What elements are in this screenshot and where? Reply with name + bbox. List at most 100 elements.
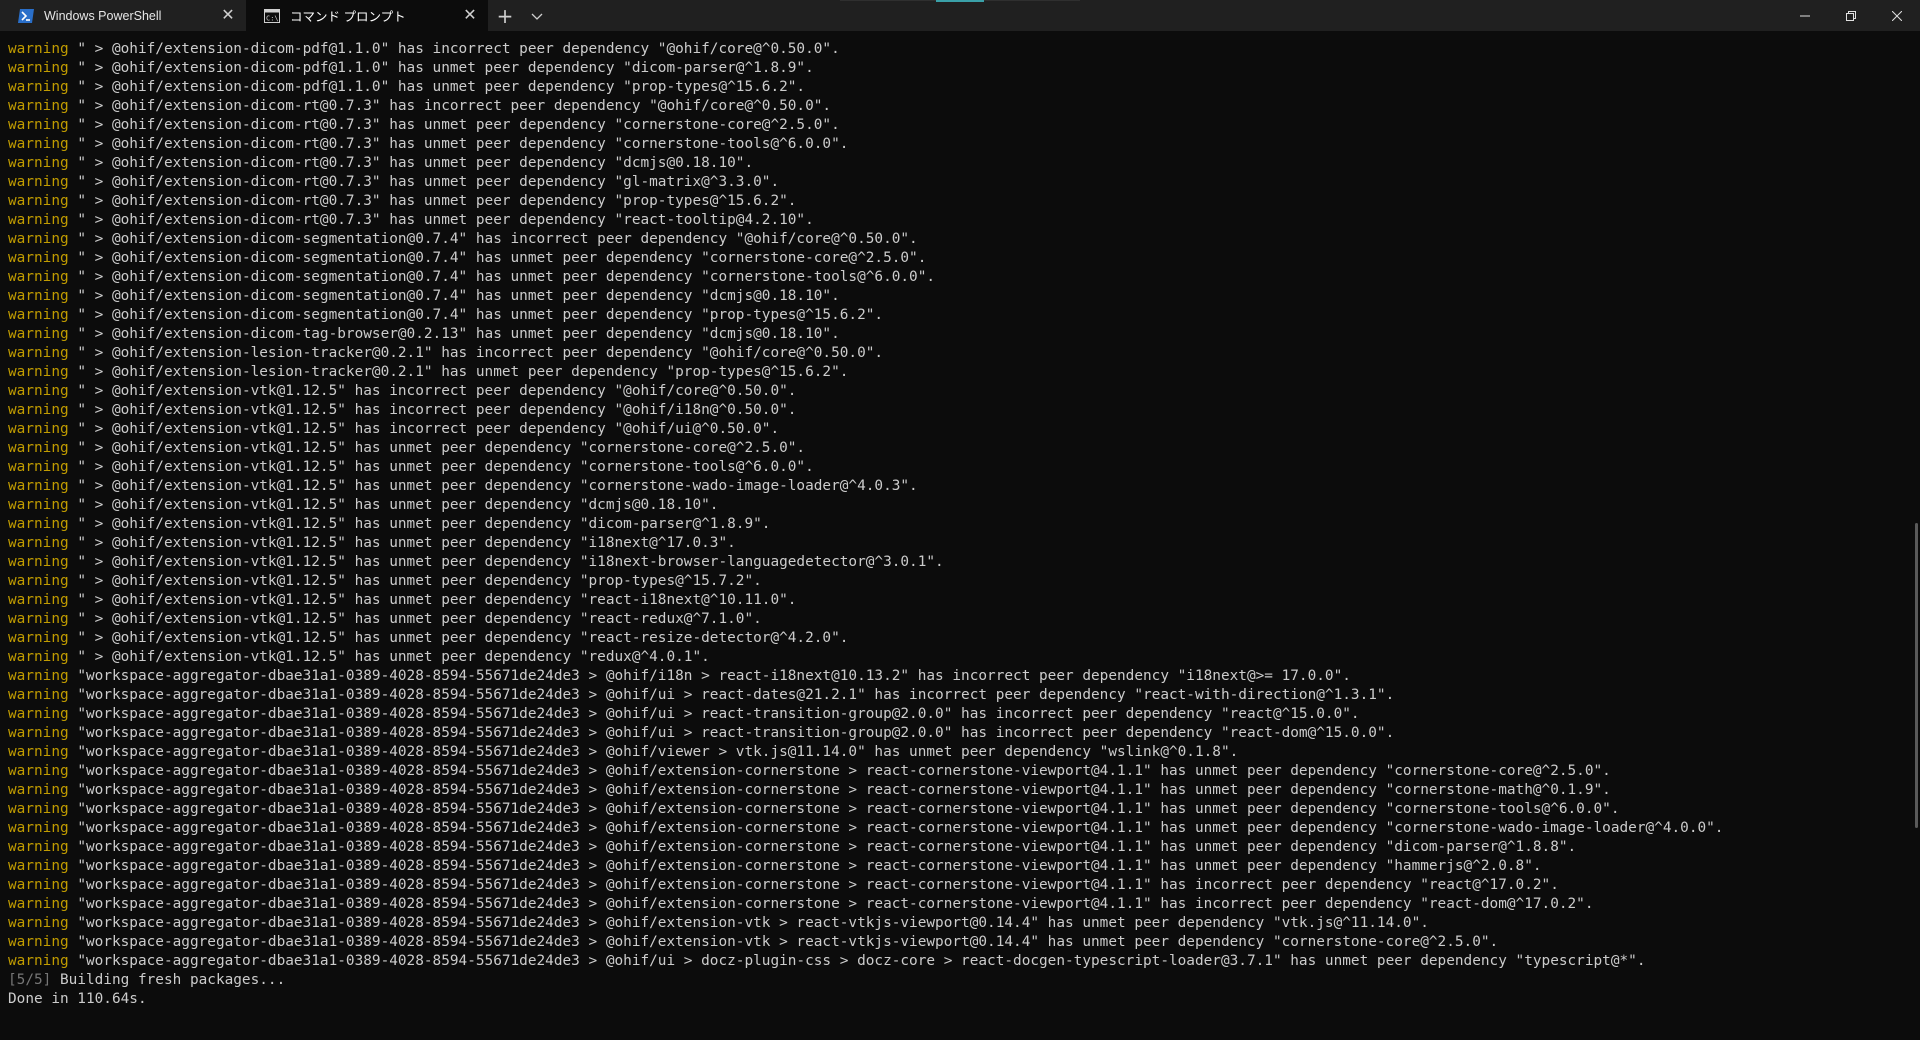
warning-keyword: warning — [8, 79, 69, 95]
warning-keyword: warning — [8, 269, 69, 285]
terminal-output[interactable]: warning " > @ohif/extension-dicom-pdf@1.… — [0, 31, 1920, 1040]
svg-text:C:\: C:\ — [266, 14, 279, 22]
warning-line: warning " > @ohif/extension-dicom-pdf@1.… — [8, 40, 1912, 59]
warning-message: " > @ohif/extension-dicom-pdf@1.1.0" has… — [77, 60, 814, 76]
warning-message: "workspace-aggregator-dbae31a1-0389-4028… — [77, 763, 1611, 779]
chevron-down-icon — [531, 6, 543, 25]
warning-line: warning "workspace-aggregator-dbae31a1-0… — [8, 819, 1912, 838]
tab-windows-powershell[interactable]: Windows PowerShell ✕ — [0, 0, 246, 31]
warning-message: " > @ohif/extension-dicom-rt@0.7.3" has … — [77, 193, 797, 209]
warning-line: warning " > @ohif/extension-vtk@1.12.5" … — [8, 610, 1912, 629]
warning-line: warning " > @ohif/extension-dicom-rt@0.7… — [8, 173, 1912, 192]
warning-keyword: warning — [8, 174, 69, 190]
warning-keyword: warning — [8, 668, 69, 684]
warning-keyword: warning — [8, 725, 69, 741]
minimize-button[interactable] — [1782, 0, 1828, 31]
warning-line: warning "workspace-aggregator-dbae31a1-0… — [8, 667, 1912, 686]
warning-keyword: warning — [8, 630, 69, 646]
warning-line: warning " > @ohif/extension-dicom-rt@0.7… — [8, 135, 1912, 154]
warning-message: " > @ohif/extension-vtk@1.12.5" has unme… — [77, 611, 762, 627]
warning-message: " > @ohif/extension-dicom-rt@0.7.3" has … — [77, 174, 780, 190]
warning-message: " > @ohif/extension-vtk@1.12.5" has inco… — [77, 383, 797, 399]
warning-message: " > @ohif/extension-vtk@1.12.5" has unme… — [77, 554, 944, 570]
warning-message: " > @ohif/extension-vtk@1.12.5" has inco… — [77, 421, 780, 437]
tab-title: コマンド プロンプト — [290, 10, 406, 24]
warning-line: warning " > @ohif/extension-vtk@1.12.5" … — [8, 534, 1912, 553]
scrollbar-thumb[interactable] — [1915, 523, 1918, 828]
warning-keyword: warning — [8, 326, 69, 342]
warning-keyword: warning — [8, 782, 69, 798]
warning-line: warning " > @ohif/extension-dicom-segmen… — [8, 268, 1912, 287]
warning-message: " > @ohif/extension-vtk@1.12.5" has unme… — [77, 478, 918, 494]
warning-line: warning " > @ohif/extension-vtk@1.12.5" … — [8, 515, 1912, 534]
warning-message: " > @ohif/extension-dicom-segmentation@0… — [77, 288, 840, 304]
warning-message: " > @ohif/extension-vtk@1.12.5" has inco… — [77, 402, 797, 418]
tab-dropdown-button[interactable] — [522, 0, 552, 31]
warning-message: "workspace-aggregator-dbae31a1-0389-4028… — [77, 858, 1542, 874]
warning-keyword: warning — [8, 706, 69, 722]
close-tab-icon[interactable]: ✕ — [220, 7, 236, 24]
tab-command-prompt[interactable]: C:\ コマンド プロンプト ✕ — [246, 0, 488, 31]
warning-keyword: warning — [8, 212, 69, 228]
warning-keyword: warning — [8, 136, 69, 152]
warning-keyword: warning — [8, 516, 69, 532]
tab-title: Windows PowerShell — [44, 8, 162, 23]
restore-button[interactable] — [1828, 0, 1874, 31]
warning-message: " > @ohif/extension-lesion-tracker@0.2.1… — [77, 364, 849, 380]
warning-keyword: warning — [8, 497, 69, 513]
warning-keyword: warning — [8, 763, 69, 779]
warning-line: warning "workspace-aggregator-dbae31a1-0… — [8, 838, 1912, 857]
warning-message: " > @ohif/extension-dicom-segmentation@0… — [77, 269, 936, 285]
warning-line: warning " > @ohif/extension-dicom-segmen… — [8, 287, 1912, 306]
warning-message: " > @ohif/extension-dicom-segmentation@0… — [77, 231, 918, 247]
warning-line: warning " > @ohif/extension-vtk@1.12.5" … — [8, 401, 1912, 420]
warning-message: " > @ohif/extension-vtk@1.12.5" has unme… — [77, 630, 849, 646]
build-step-line: [5/5] Building fresh packages... — [8, 971, 1912, 990]
warning-message: "workspace-aggregator-dbae31a1-0389-4028… — [77, 953, 1646, 969]
close-window-button[interactable] — [1874, 0, 1920, 31]
warning-keyword: warning — [8, 155, 69, 171]
warning-line: warning "workspace-aggregator-dbae31a1-0… — [8, 743, 1912, 762]
warning-line: warning "workspace-aggregator-dbae31a1-0… — [8, 762, 1912, 781]
warning-message: "workspace-aggregator-dbae31a1-0389-4028… — [77, 782, 1611, 798]
close-tab-icon[interactable]: ✕ — [462, 7, 478, 24]
warning-keyword: warning — [8, 535, 69, 551]
done-line: Done in 110.64s. — [8, 991, 147, 1007]
warning-line: warning " > @ohif/extension-vtk@1.12.5" … — [8, 420, 1912, 439]
warning-line: warning " > @ohif/extension-dicom-tag-br… — [8, 325, 1912, 344]
title-bar: Windows PowerShell ✕ C:\ コマンド プロンプト ✕ + — [0, 0, 1920, 31]
warning-message: "workspace-aggregator-dbae31a1-0389-4028… — [77, 668, 1351, 684]
warning-keyword: warning — [8, 554, 69, 570]
warning-line: warning " > @ohif/extension-vtk@1.12.5" … — [8, 382, 1912, 401]
warning-line: warning " > @ohif/extension-vtk@1.12.5" … — [8, 572, 1912, 591]
warning-message: "workspace-aggregator-dbae31a1-0389-4028… — [77, 687, 1395, 703]
warning-keyword: warning — [8, 345, 69, 361]
window-controls — [1782, 0, 1920, 31]
warning-line: warning " > @ohif/extension-dicom-rt@0.7… — [8, 116, 1912, 135]
log-lines: warning " > @ohif/extension-dicom-pdf@1.… — [8, 40, 1912, 971]
warning-keyword: warning — [8, 858, 69, 874]
cmd-icon: C:\ — [264, 8, 280, 23]
warning-message: " > @ohif/extension-vtk@1.12.5" has unme… — [77, 440, 806, 456]
warning-line: warning " > @ohif/extension-dicom-pdf@1.… — [8, 78, 1912, 97]
new-tab-button[interactable]: + — [488, 0, 522, 31]
build-step-text: Building fresh packages... — [51, 972, 286, 988]
warning-message: " > @ohif/extension-dicom-pdf@1.1.0" has… — [77, 41, 840, 57]
warning-line: warning "workspace-aggregator-dbae31a1-0… — [8, 781, 1912, 800]
warning-message: " > @ohif/extension-vtk@1.12.5" has unme… — [77, 535, 736, 551]
warning-message: "workspace-aggregator-dbae31a1-0389-4028… — [77, 877, 1559, 893]
warning-keyword: warning — [8, 421, 69, 437]
warning-message: "workspace-aggregator-dbae31a1-0389-4028… — [77, 839, 1577, 855]
warning-message: "workspace-aggregator-dbae31a1-0389-4028… — [77, 744, 1239, 760]
warning-line: warning "workspace-aggregator-dbae31a1-0… — [8, 933, 1912, 952]
warning-line: warning "workspace-aggregator-dbae31a1-0… — [8, 895, 1912, 914]
warning-keyword: warning — [8, 877, 69, 893]
warning-message: "workspace-aggregator-dbae31a1-0389-4028… — [77, 896, 1594, 912]
warning-keyword: warning — [8, 801, 69, 817]
warning-message: " > @ohif/extension-vtk@1.12.5" has unme… — [77, 573, 762, 589]
warning-keyword: warning — [8, 193, 69, 209]
warning-message: " > @ohif/extension-vtk@1.12.5" has unme… — [77, 516, 771, 532]
warning-keyword: warning — [8, 459, 69, 475]
warning-keyword: warning — [8, 383, 69, 399]
warning-message: " > @ohif/extension-dicom-segmentation@0… — [77, 307, 884, 323]
